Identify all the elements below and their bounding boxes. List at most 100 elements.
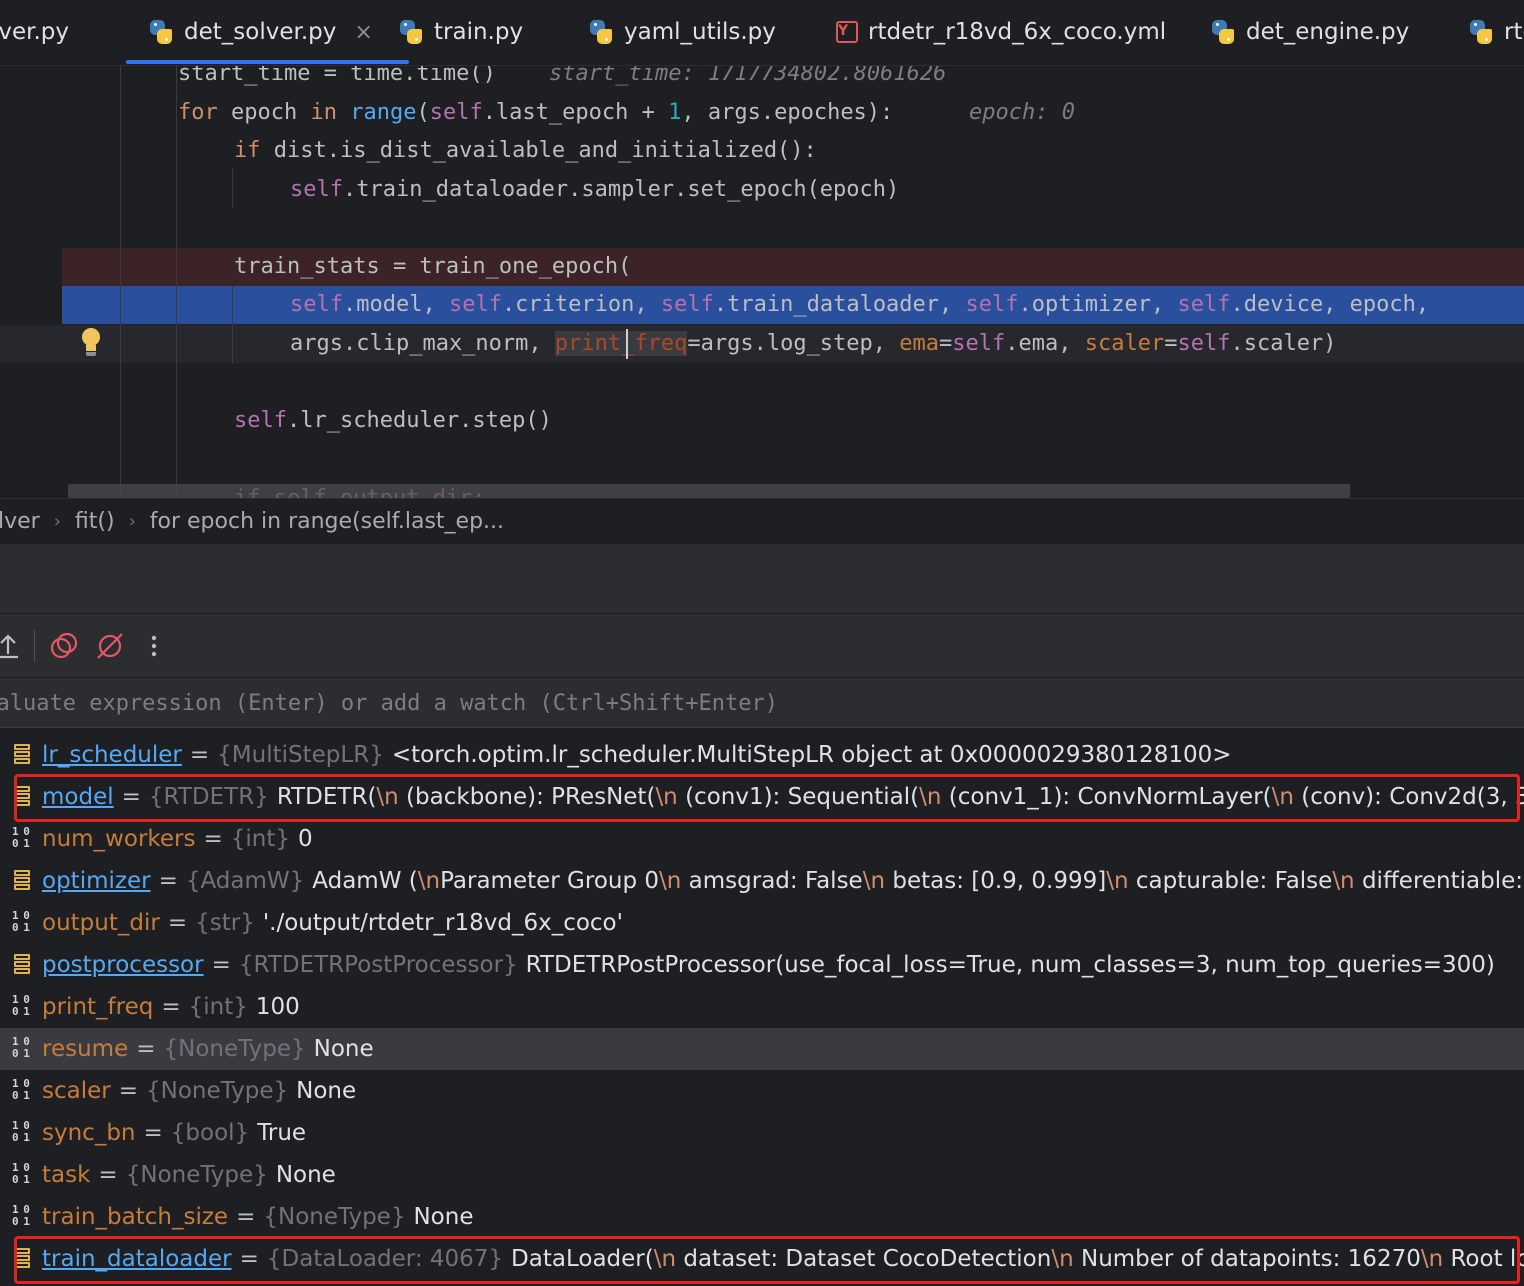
chevron-right-icon: › — [128, 511, 136, 532]
equals-sign: = — [189, 742, 210, 768]
variable-value: RTDETR(\n (backbone): PResNet(\n (conv1)… — [276, 784, 1524, 810]
variable-row[interactable]: 1 00 1 num_workers = {int} 0 — [0, 818, 1524, 860]
variable-type: {AdamW} — [185, 868, 305, 894]
code-text: .train_dataloader.sampler.set_epoch(epoc… — [342, 177, 900, 202]
toolbar-separator — [34, 630, 35, 662]
tab-rtdetr-yml[interactable]: Y rtdetr_r18vd_6x_coco.yml — [836, 0, 1166, 64]
variable-type: {NoneType} — [163, 1036, 306, 1062]
equals-sign: = — [211, 952, 231, 978]
variable-row[interactable]: 1 00 1 resume = {NoneType} None — [0, 1028, 1524, 1070]
equals-sign: = — [121, 784, 141, 810]
breadcrumb: lver › fit() › for epoch in range(self.l… — [0, 498, 1524, 544]
code-text: , args.epoches): — [681, 100, 894, 125]
equals-sign: = — [161, 994, 181, 1020]
variable-row[interactable]: 1 00 1 train_batch_size = {NoneType} None — [0, 1196, 1524, 1238]
code-text: .device, epoch, — [1230, 292, 1430, 317]
tab-rtdetr[interactable]: rtd — [1468, 0, 1524, 64]
variables-tree: lr_scheduler = {MultiStepLR} <torch.optim.l… — [0, 734, 1524, 1286]
inline-value-hint: epoch: 0 — [969, 100, 1075, 125]
variable-value: <torch.optim.lr_scheduler.MultiStepLR ob… — [391, 742, 1232, 768]
code-line: self.train_dataloader.sampler.set_epoch(… — [0, 171, 1524, 209]
code-text: .lr_scheduler.step() — [286, 408, 552, 433]
indent-guide — [232, 168, 233, 208]
code-text: .train_dataloader, — [713, 292, 966, 317]
variable-name: output_dir — [42, 910, 160, 936]
code-editor[interactable]: start_time = time.time() start_time: 171… — [0, 66, 1524, 498]
variable-row[interactable]: 1 00 1 output_dir = {str} './output/rtdetr_r… — [0, 902, 1524, 944]
debug-toolbar — [0, 614, 1524, 678]
code-line: for epoch in range(self.last_epoch + 1, … — [0, 94, 1524, 132]
variable-row[interactable]: 1 00 1 print_freq = {int} 100 — [0, 986, 1524, 1028]
view-breakpoints-icon[interactable] — [48, 630, 80, 662]
keyword: if — [234, 138, 261, 163]
named-argument: scaler — [1084, 331, 1165, 356]
tab-det-engine[interactable]: det_engine.py — [1210, 0, 1409, 64]
code-text: .model, — [342, 292, 449, 317]
python-file-icon — [588, 19, 614, 45]
variable-value: RTDETRPostProcessor(use_focal_loss=True,… — [525, 952, 1495, 978]
tab-yaml-utils[interactable]: yaml_utils.py — [588, 0, 776, 64]
python-file-icon — [148, 19, 174, 45]
code-text: .criterion, — [501, 292, 661, 317]
indent-guide — [120, 66, 121, 498]
tab-label: det_solver.py — [184, 19, 337, 45]
variable-row[interactable]: model = {RTDETR} RTDETR(\n (backbone): PRes… — [0, 776, 1524, 818]
export-icon[interactable] — [0, 630, 24, 662]
evaluate-expression-input[interactable] — [0, 678, 1524, 728]
tab-det-solver[interactable]: det_solver.py × — [126, 0, 409, 64]
chevron-right-icon: › — [53, 511, 61, 532]
variable-type: {int} — [188, 994, 248, 1020]
code-text: =args.log_step, — [687, 331, 900, 356]
variable-value: './output/rtdetr_r18vd_6x_coco' — [262, 910, 623, 936]
code-text: train_stats = train_one_epoch( — [234, 254, 632, 279]
tab-train[interactable]: train.py — [398, 0, 523, 64]
variable-row[interactable]: train_dataloader = {DataLoader: 4067} DataL… — [0, 1238, 1524, 1280]
variable-name: train_dataloader — [42, 1246, 232, 1272]
breadcrumb-item[interactable]: for epoch in range(self.last_ep... — [150, 509, 504, 534]
debug-panel-header — [0, 544, 1524, 614]
object-field-icon — [12, 952, 34, 978]
variable-name: optimizer — [42, 868, 151, 894]
variable-row[interactable]: postprocessor = {RTDETRPostProcessor} RTDET… — [0, 944, 1524, 986]
variable-row[interactable]: 1 00 1 sync_bn = {bool} True — [0, 1112, 1524, 1154]
close-icon[interactable]: × — [354, 20, 372, 45]
variable-value: True — [257, 1120, 307, 1146]
tab-label: det_engine.py — [1246, 19, 1410, 45]
variable-value: 100 — [255, 994, 300, 1020]
variable-value: DataLoader(\n dataset: Dataset CocoDetec… — [511, 1246, 1524, 1272]
mute-breakpoints-icon[interactable] — [94, 630, 126, 662]
more-options-icon[interactable] — [138, 630, 170, 662]
variable-name: print_freq — [42, 994, 154, 1020]
self-keyword: self — [952, 331, 1006, 356]
self-keyword: self — [1177, 292, 1231, 317]
primitive-field-icon: 1 00 1 — [12, 909, 30, 934]
variable-type: {RTDETR} — [148, 784, 269, 810]
variable-row[interactable]: 1 00 1 task = {NoneType} None — [0, 1154, 1524, 1196]
horizontal-scrollbar[interactable] — [68, 484, 1350, 498]
keyword: for — [178, 100, 218, 125]
variable-name: resume — [42, 1036, 129, 1062]
editor-tab-bar: lver.py det_solver.py × train.py yaml_ut… — [0, 0, 1524, 66]
equals-sign: = — [239, 1246, 259, 1272]
variable-row[interactable]: 1 00 1 scaler = {NoneType} None — [0, 1070, 1524, 1112]
keyword: in — [310, 100, 337, 125]
variable-value: None — [313, 1036, 374, 1062]
variable-type: {NoneType} — [146, 1078, 289, 1104]
variable-type: {NoneType} — [263, 1204, 406, 1230]
variable-name: scaler — [42, 1078, 111, 1104]
variable-row[interactable]: optimizer = {AdamW} AdamW (\nParameter Grou… — [0, 860, 1524, 902]
variable-row[interactable]: lr_scheduler = {MultiStepLR} <torch.optim.l… — [0, 734, 1524, 776]
breadcrumb-item[interactable]: lver — [0, 509, 40, 534]
indent-guide — [232, 286, 233, 364]
inline-value-hint: start_time: 1717734802.8061626 — [549, 66, 947, 86]
self-keyword: self — [1177, 331, 1231, 356]
primitive-field-icon: 1 00 1 — [12, 1077, 30, 1102]
variable-value: None — [275, 1162, 336, 1188]
self-keyword: self — [234, 408, 287, 433]
code-line: if dist.is_dist_available_and_initialize… — [0, 132, 1524, 170]
lightbulb-icon[interactable] — [80, 328, 102, 358]
code-text: = — [1164, 331, 1178, 356]
tab-solver[interactable]: lver.py — [0, 0, 69, 64]
breadcrumb-item[interactable]: fit() — [75, 509, 115, 534]
self-keyword: self — [290, 292, 343, 317]
